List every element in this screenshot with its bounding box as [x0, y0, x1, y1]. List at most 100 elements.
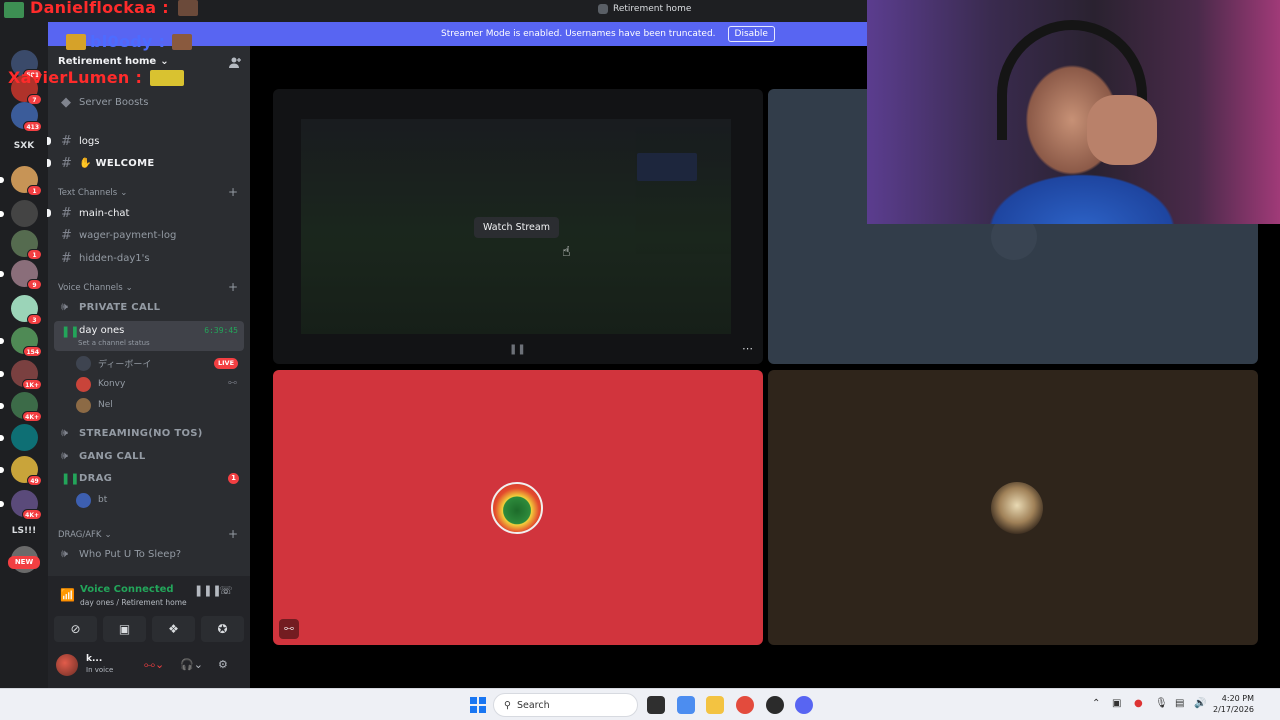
gear-icon[interactable]: ⚙ [218, 658, 228, 671]
taskbar-search[interactable]: ⚲ Search [493, 693, 638, 717]
voice-channel-drag[interactable]: ❚❚ DRAG [54, 468, 244, 488]
category-text-channels[interactable]: Text Channels ⌄ [58, 188, 127, 198]
server-header[interactable]: Retirement home ⌄ [58, 56, 169, 67]
add-channel-icon[interactable]: + [228, 185, 238, 199]
unread-pill [0, 501, 4, 507]
file-explorer-icon[interactable] [706, 696, 724, 714]
taskbar-clock[interactable]: 4:20 PM 2/17/2026 [1213, 693, 1254, 715]
obs-icon[interactable] [766, 696, 784, 714]
participant-tile[interactable]: ⧟ [273, 370, 763, 645]
activities-button[interactable]: ❖ [152, 616, 195, 642]
voice-connected-location[interactable]: day ones / Retirement home [80, 598, 187, 607]
voice-member[interactable]: ディーボーイ [76, 354, 151, 372]
tray-app-icon[interactable]: ▣ [1112, 698, 1121, 709]
unread-pill [0, 338, 4, 344]
server-icon[interactable]: 49 [0, 456, 42, 486]
channel-label: wager-payment-log [79, 229, 177, 241]
server-badge: 1K+ [22, 379, 42, 390]
search-placeholder: Search [516, 699, 550, 711]
tray-app-icon[interactable]: ● [1134, 698, 1143, 709]
hash-icon: # [61, 155, 72, 171]
headphones-icon[interactable]: 🎧⌄ [180, 658, 203, 671]
chevron-down-icon: ⌄ [160, 56, 169, 67]
channel-label: hidden-day1's [79, 252, 150, 264]
unread-pill [47, 159, 51, 167]
avatar[interactable] [56, 654, 78, 676]
server-badge: 4K+ [22, 411, 42, 422]
server-icon[interactable]: 3 [11, 295, 42, 325]
server-badge: 9 [27, 279, 42, 290]
server-icon[interactable]: 1K+ [0, 360, 42, 390]
share-screen-button[interactable]: ▣ [103, 616, 146, 642]
server-icon[interactable]: 413 [11, 102, 42, 132]
window-title-text: Retirement home [613, 4, 692, 14]
channel-welcome[interactable]: # ✋ WELCOME [47, 153, 244, 173]
category-voice-channels[interactable]: Voice Channels ⌄ [58, 283, 133, 293]
unread-pill [0, 211, 4, 217]
more-options-icon[interactable]: ⋯ [742, 342, 753, 355]
server-name: Retirement home [58, 56, 157, 67]
channel-wager-payment-log[interactable]: # wager-payment-log [54, 225, 244, 245]
participant-tile[interactable] [768, 370, 1258, 645]
unread-pill [0, 371, 4, 377]
add-channel-icon[interactable]: + [228, 280, 238, 294]
server-text-icon[interactable]: SXK [8, 141, 40, 151]
server-icon[interactable]: 154 [0, 327, 42, 357]
muted-mic-icon[interactable]: ⧟⌄ [144, 658, 164, 672]
chrome-icon[interactable] [736, 696, 754, 714]
voice-member[interactable]: bt [76, 491, 107, 509]
camera-off-button[interactable]: ⊘ [54, 616, 97, 642]
channel-hidden-day1s[interactable]: # hidden-day1's [54, 248, 244, 268]
server-boosts[interactable]: ◆ Server Boosts [54, 92, 244, 112]
voice-member[interactable]: Nel [76, 396, 113, 414]
channel-logs[interactable]: # logs [47, 131, 244, 151]
category-label: DRAG/AFK [58, 530, 102, 540]
soundboard-button[interactable]: ✪ [201, 616, 244, 642]
server-icon[interactable]: 9 [0, 260, 42, 290]
network-icon[interactable]: ▤ [1175, 698, 1184, 709]
voice-channel-gang-call[interactable]: 🕪 GANG CALL [54, 446, 244, 466]
channel-main-chat[interactable]: # main-chat [47, 203, 244, 223]
volume-icon[interactable]: 🔊 [1194, 698, 1206, 709]
microphone-icon[interactable]: 🎙 [1155, 698, 1168, 709]
watch-stream-button[interactable]: Watch Stream [474, 217, 559, 238]
start-button[interactable] [470, 697, 486, 713]
server-badge: 49 [27, 475, 42, 486]
unread-pill [0, 177, 4, 183]
voice-channel-afk[interactable]: 🕪 Who Put U To Sleep? [54, 544, 244, 564]
server-icon[interactable]: 4K+ [0, 392, 42, 422]
voice-member[interactable]: Konvy [76, 375, 125, 393]
channel-status[interactable]: Set a channel status [78, 339, 150, 347]
server-icon[interactable]: 4K+ [0, 490, 42, 520]
channel-label: ✋ WELCOME [79, 157, 155, 169]
disconnect-icon[interactable]: ☏ [218, 584, 234, 600]
server-icon[interactable]: 1 [11, 230, 42, 260]
server-icon[interactable]: 1 [0, 166, 42, 196]
discord-icon[interactable] [795, 696, 813, 714]
screen: Retirement home Streamer Mode is enabled… [0, 0, 1280, 720]
disable-streamer-mode-button[interactable]: Disable [727, 26, 775, 42]
noise-suppression-icon[interactable]: ❚❚❚ [194, 584, 222, 600]
taskbar-app-icon[interactable] [647, 696, 665, 714]
stream-tile[interactable]: Watch Stream ☝ ❚❚ ⋯ [273, 89, 763, 364]
unread-pill [0, 403, 4, 409]
emote-icon [178, 0, 198, 16]
server-text-icon[interactable]: LS!!! [8, 526, 40, 536]
voice-channel-private-call[interactable]: 🕪 PRIVATE CALL [54, 297, 244, 317]
voice-channel-day-ones[interactable]: ❚❚ day ones 6:39:45 Set a channel status [54, 321, 244, 351]
signal-icon[interactable]: 📶 [60, 588, 75, 602]
channel-label: STREAMING(NO TOS) [79, 427, 203, 439]
category-drag-afk[interactable]: DRAG/AFK ⌄ [58, 530, 112, 540]
channel-label: DRAG [79, 472, 113, 484]
pause-icon[interactable]: ❚❚ [509, 344, 526, 356]
invite-icon[interactable] [228, 56, 242, 70]
chevron-up-icon[interactable]: ⌃ [1092, 698, 1100, 709]
channel-label: logs [79, 135, 100, 147]
chat-badge-icon [66, 34, 86, 50]
copilot-icon[interactable] [677, 696, 695, 714]
add-channel-icon[interactable]: + [228, 527, 238, 541]
voice-connected-panel: 📶 Voice Connected day ones / Retirement … [48, 576, 250, 646]
voice-channel-streaming[interactable]: 🕪 STREAMING(NO TOS) [54, 423, 244, 443]
server-icon[interactable] [0, 200, 38, 227]
server-icon[interactable] [0, 424, 38, 451]
